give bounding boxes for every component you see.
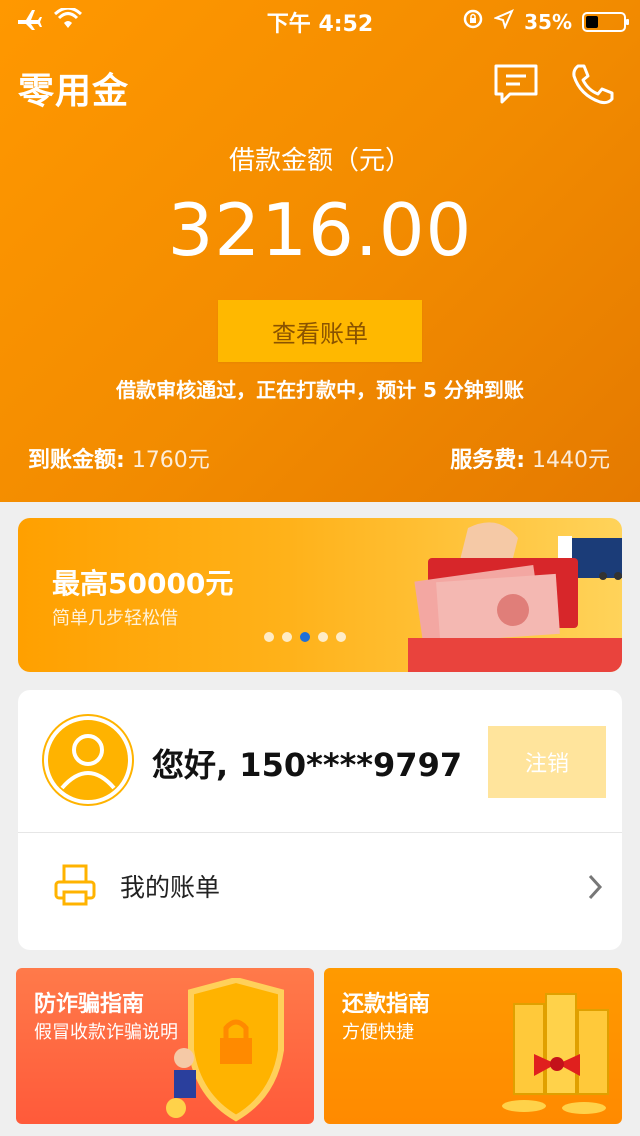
orientation-lock-icon [462,8,484,35]
battery-icon [582,11,629,32]
anti-fraud-title: 防诈骗指南 [34,992,145,1017]
location-arrow-icon [493,9,515,34]
banner-subtitle: 简单几步轻松借 [52,608,178,629]
gold-coins-icon [494,984,620,1124]
carousel-dot[interactable] [264,632,274,642]
header: 下午 4:52 35% 零用金 借款金额（元） 3216.00 查看账单 借款审… [0,0,640,502]
received-value: 1760元 [131,448,210,473]
user-greeting: 您好, 150****9797 [152,746,463,784]
anti-fraud-guide-tile[interactable]: 防诈骗指南 假冒收款诈骗说明 [16,968,314,1124]
phone-button[interactable] [568,62,616,106]
fee-label: 服务费: [450,448,525,473]
received-amount: 到账金额: 1760元 [28,442,210,474]
banner-title: 最高50000元 [52,567,234,600]
carousel-dot[interactable] [282,632,292,642]
view-bill-button[interactable]: 查看账单 [218,300,422,362]
loan-amount-label: 借款金额（元） [228,146,411,176]
fee-value: 1440元 [532,448,610,473]
received-label: 到账金额: [28,448,125,473]
carousel-dots [264,632,346,642]
loan-amount: 3216.00 [167,188,473,272]
shield-lock-icon [156,976,306,1124]
promo-banner[interactable]: 最高50000元 简单几步轻松借 [18,518,622,672]
carousel-dot[interactable] [300,632,310,642]
repay-guide-tile[interactable]: 还款指南 方便快捷 [324,968,622,1124]
phone-icon [568,64,616,110]
repay-subtitle: 方便快捷 [342,1022,414,1043]
red-envelope-icon [388,518,622,672]
status-right: 35% [462,8,629,35]
carousel-dot[interactable] [318,632,328,642]
logout-button[interactable]: 注销 [488,726,606,798]
printer-icon [52,862,98,908]
loan-status-text: 借款审核通过，正在打款中，预计 5 分钟到账 [116,378,524,402]
message-button[interactable] [492,62,540,106]
message-icon [492,64,540,110]
my-bill-row[interactable]: 我的账单 [18,832,622,950]
user-avatar-icon [42,714,134,806]
service-fee: 服务费: 1440元 [450,442,610,474]
carousel-dot[interactable] [336,632,346,642]
app-title: 零用金 [18,71,130,112]
battery-percent: 35% [524,9,572,34]
account-card: 您好, 150****9797 注销 我的账单 [18,690,622,950]
my-bill-label: 我的账单 [120,873,221,902]
repay-title: 还款指南 [342,992,431,1017]
status-bar: 下午 4:52 35% [0,0,640,42]
chevron-right-icon [584,870,606,904]
